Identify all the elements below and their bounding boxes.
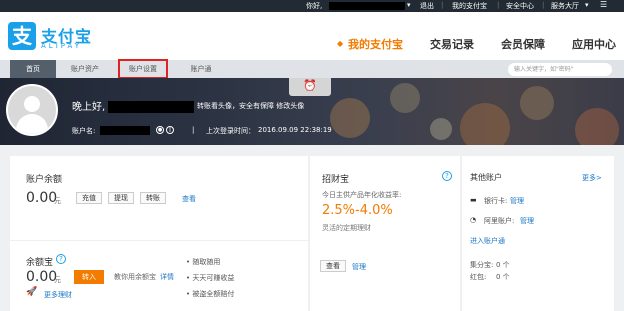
zhaocai-title: 招财宝 (322, 175, 350, 185)
divider: | (441, 1, 444, 9)
yuebao-card: 余额宝 ? 0.00 元 转入 教你用余额宝 详情 🚀 更多理财 • 随取随用 … (10, 241, 308, 311)
last-login-time: 2016.09.09 22:38:19 (258, 126, 332, 134)
greeting-text: 你好, (306, 2, 323, 10)
bank-card-label: 银行卡: (484, 197, 508, 205)
more-link[interactable]: 更多> (582, 173, 602, 183)
yuebao-unit: 元 (54, 276, 61, 284)
last-login-label: 上次登录时间： (206, 127, 255, 135)
nav-member-protection[interactable]: 会员保障 (501, 36, 545, 52)
redacted-account (100, 126, 150, 135)
evening-greeting: 晚上好, (72, 98, 195, 113)
ali-account-icon: ◔ (470, 216, 477, 224)
yuebao-amount: 0.00 (26, 269, 58, 285)
account-status-icons[interactable]: ● ▯ (154, 125, 174, 134)
zhaocai-desc: 灵活的定期理财 (322, 224, 371, 232)
feature-item: • 随取随用 (186, 258, 221, 266)
feature-item: • 被盗全额赔付 (186, 290, 235, 298)
phone-icon: ▯ (166, 126, 174, 134)
jifen-label: 集分宝: (470, 261, 494, 269)
nav-transactions[interactable]: 交易记录 (430, 36, 474, 52)
balance-amount: 0.00 (26, 190, 58, 206)
alipay-logo-icon[interactable]: 支 (8, 22, 36, 50)
yuebao-title: 余额宝 (26, 258, 54, 268)
header: 支 支付宝 ALIPAY ◆ 我的支付宝 交易记录 会员保障 应用中心 (0, 12, 624, 60)
balance-unit: 元 (54, 197, 61, 205)
withdraw-button[interactable]: 提现 (108, 192, 134, 204)
sub-nav: 首页 账户资产 账户设置 账户通 输入关键字，如"密码" (0, 59, 624, 79)
redacted-username (329, 2, 405, 10)
logo-subtext: ALIPAY (41, 42, 83, 50)
more-finance-link[interactable]: 更多理财 (44, 290, 72, 300)
my-alipay-link[interactable]: 我的支付宝 (452, 1, 487, 11)
clock-icon[interactable]: ⏰ (289, 78, 331, 96)
zhaocai-card: 招财宝 ? 今日主供产品年化收益率: 2.5%-4.0% 灵活的定期理财 查看 … (310, 156, 460, 311)
avatar[interactable] (6, 84, 58, 136)
transfer-button[interactable]: 转账 (140, 192, 166, 204)
other-accounts-card: 其他账户 更多> ▬ 银行卡: 管理 ◔ 阿里账户: 管理 进入账户通 集分宝:… (462, 156, 614, 311)
recharge-button[interactable]: 充值 (76, 192, 102, 204)
ali-manage-link[interactable]: 管理 (520, 216, 534, 226)
ali-account-label: 阿里账户: (484, 217, 515, 225)
zhaocai-manage-link[interactable]: 管理 (352, 262, 366, 272)
menu-icon[interactable]: ☰ (600, 0, 607, 9)
zhaocai-rate: 2.5%-4.0% (322, 203, 393, 218)
tab-account-tong[interactable]: 账户通 (178, 60, 224, 78)
bank-card-icon: ▬ (470, 196, 477, 204)
divider: | (192, 126, 195, 134)
balance-view-link[interactable]: 查看 (182, 194, 196, 204)
profile-banner: ⏰ 晚上好, 转账看头像，安全有保障 修改头像 账户名: ● ▯ | 上次登录时间… (0, 78, 624, 145)
user-icon: ● (156, 126, 164, 134)
yuebao-tip: 教你用余额宝 (114, 273, 156, 281)
service-hall-link[interactable]: 服务大厅 (551, 1, 579, 11)
account-label: 账户名: (72, 127, 96, 135)
security-center-link[interactable]: 安全中心 (506, 1, 534, 11)
logout-link[interactable]: 退出 (420, 1, 434, 11)
feature-item: • 天天可赚收益 (186, 274, 235, 282)
search-input[interactable]: 输入关键字，如"密码" (508, 63, 612, 76)
service-dropdown-icon[interactable]: ▾ (585, 1, 589, 9)
divider: | (542, 1, 545, 9)
transfer-in-button[interactable]: 转入 (74, 270, 104, 284)
help-icon[interactable]: ? (442, 171, 452, 181)
help-icon[interactable]: ? (56, 254, 66, 264)
balance-title: 账户余额 (26, 175, 63, 185)
redacted-name (108, 101, 195, 113)
zhaocai-subtitle: 今日主供产品年化收益率: (322, 191, 402, 199)
top-bar: 你好, ▾ 退出 | 我的支付宝 | 安全中心 | 服务大厅 ▾ ☰ (0, 0, 624, 12)
rocket-icon: 🚀 (26, 287, 38, 297)
zhaocai-view-button[interactable]: 查看 (320, 260, 346, 272)
nav-app-center[interactable]: 应用中心 (572, 36, 616, 52)
tab-home[interactable]: 首页 (10, 60, 56, 78)
balance-card: 账户余额 0.00 元 充值 提现 转账 查看 (10, 156, 308, 240)
jifen-value: 0 个 (496, 261, 510, 269)
active-diamond-icon: ◆ (337, 39, 344, 48)
yuebao-detail-link[interactable]: 详情 (160, 272, 174, 282)
account-tong-link[interactable]: 进入账户通 (470, 236, 505, 246)
nav-my-alipay[interactable]: 我的支付宝 (348, 36, 403, 52)
divider: | (497, 1, 500, 9)
hongbao-label: 红包: (470, 273, 487, 281)
bank-manage-link[interactable]: 管理 (510, 196, 524, 206)
tab-account-assets[interactable]: 账户资产 (62, 60, 108, 78)
hongbao-value: 0 个 (496, 273, 510, 281)
avatar-links[interactable]: 转账看头像，安全有保障 修改头像 (197, 101, 304, 111)
other-title: 其他账户 (470, 173, 502, 182)
tab-account-settings[interactable]: 账户设置 (118, 59, 168, 79)
user-dropdown-icon[interactable]: ▾ (407, 1, 411, 9)
